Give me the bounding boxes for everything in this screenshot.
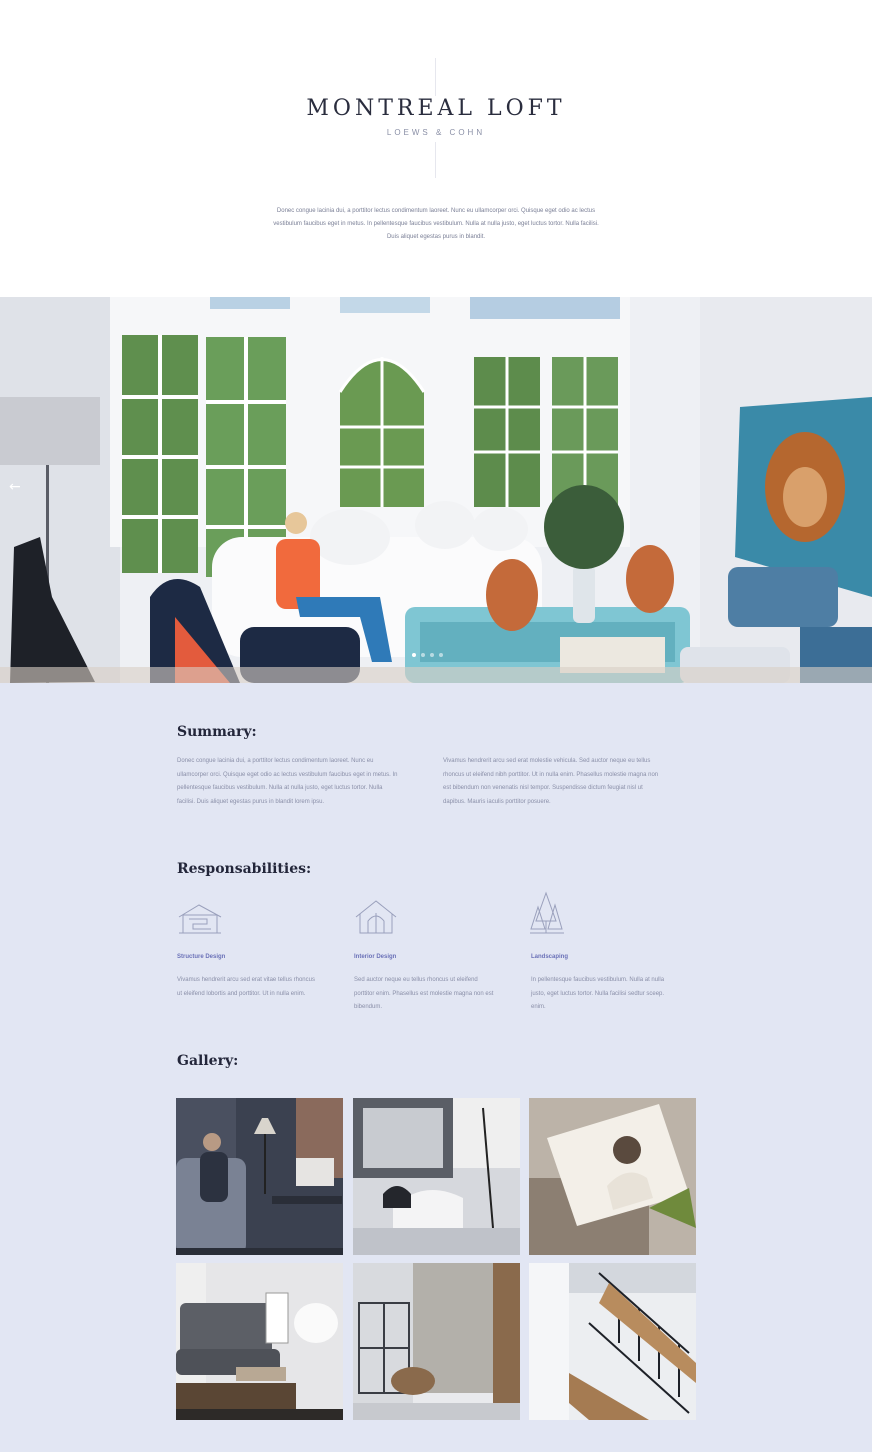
arrow-left-icon[interactable]: ← bbox=[9, 479, 31, 495]
gallery-image-staircase[interactable] bbox=[529, 1263, 696, 1420]
responsability-title: Interior Design bbox=[354, 954, 397, 960]
intro-text: Donec congue lacinia dui, a porttitor le… bbox=[273, 208, 599, 240]
gallery-image-magazine[interactable] bbox=[529, 1098, 696, 1255]
page-title: MONTREAL LOFT bbox=[306, 96, 566, 121]
hero-slider[interactable]: ← bbox=[0, 297, 872, 683]
house-icon bbox=[355, 900, 397, 934]
summary-text-col2: Vivamus hendrerit arcu sed erat molestie… bbox=[443, 758, 659, 805]
gallery-image-grey-sofa[interactable] bbox=[176, 1263, 343, 1420]
slider-dots bbox=[412, 653, 443, 657]
summary-heading: Summary: bbox=[177, 724, 257, 740]
slider-dot[interactable] bbox=[439, 653, 443, 657]
page-subtitle: LOEWS & COHN bbox=[386, 128, 486, 137]
slider-dot[interactable] bbox=[430, 653, 434, 657]
gallery-image-stone-wall[interactable] bbox=[353, 1263, 520, 1420]
slider-dot[interactable] bbox=[421, 653, 425, 657]
gallery-heading: Gallery: bbox=[177, 1053, 239, 1069]
summary-text-col1: Donec congue lacinia dui, a porttitor le… bbox=[177, 758, 398, 805]
divider-line-top bbox=[435, 58, 436, 96]
responsability-text: Vivamus hendrerit arcu sed erat vitae te… bbox=[177, 977, 315, 997]
slider-dot[interactable] bbox=[412, 653, 416, 657]
responsabilities-heading: Responsabilities: bbox=[177, 861, 312, 877]
responsability-title: Landscaping bbox=[531, 954, 569, 960]
gallery-image-woman-armchair[interactable] bbox=[176, 1098, 343, 1255]
structure-icon bbox=[178, 904, 222, 934]
responsability-text: Sed auctor neque eu tellus rhoncus ut el… bbox=[354, 977, 494, 1010]
gallery-image-white-chairs[interactable] bbox=[353, 1098, 520, 1255]
project-details: Summary: Donec congue lacinia dui, a por… bbox=[0, 683, 872, 1452]
page-header: MONTREAL LOFT LOEWS & COHN Donec congue … bbox=[0, 0, 872, 297]
responsability-title: Structure Design bbox=[177, 954, 226, 960]
trees-icon bbox=[530, 891, 564, 934]
divider-line-bottom bbox=[435, 142, 436, 178]
hero-image bbox=[0, 297, 872, 683]
responsability-text: In pellentesque faucibus vestibulum. Nul… bbox=[531, 977, 665, 1010]
